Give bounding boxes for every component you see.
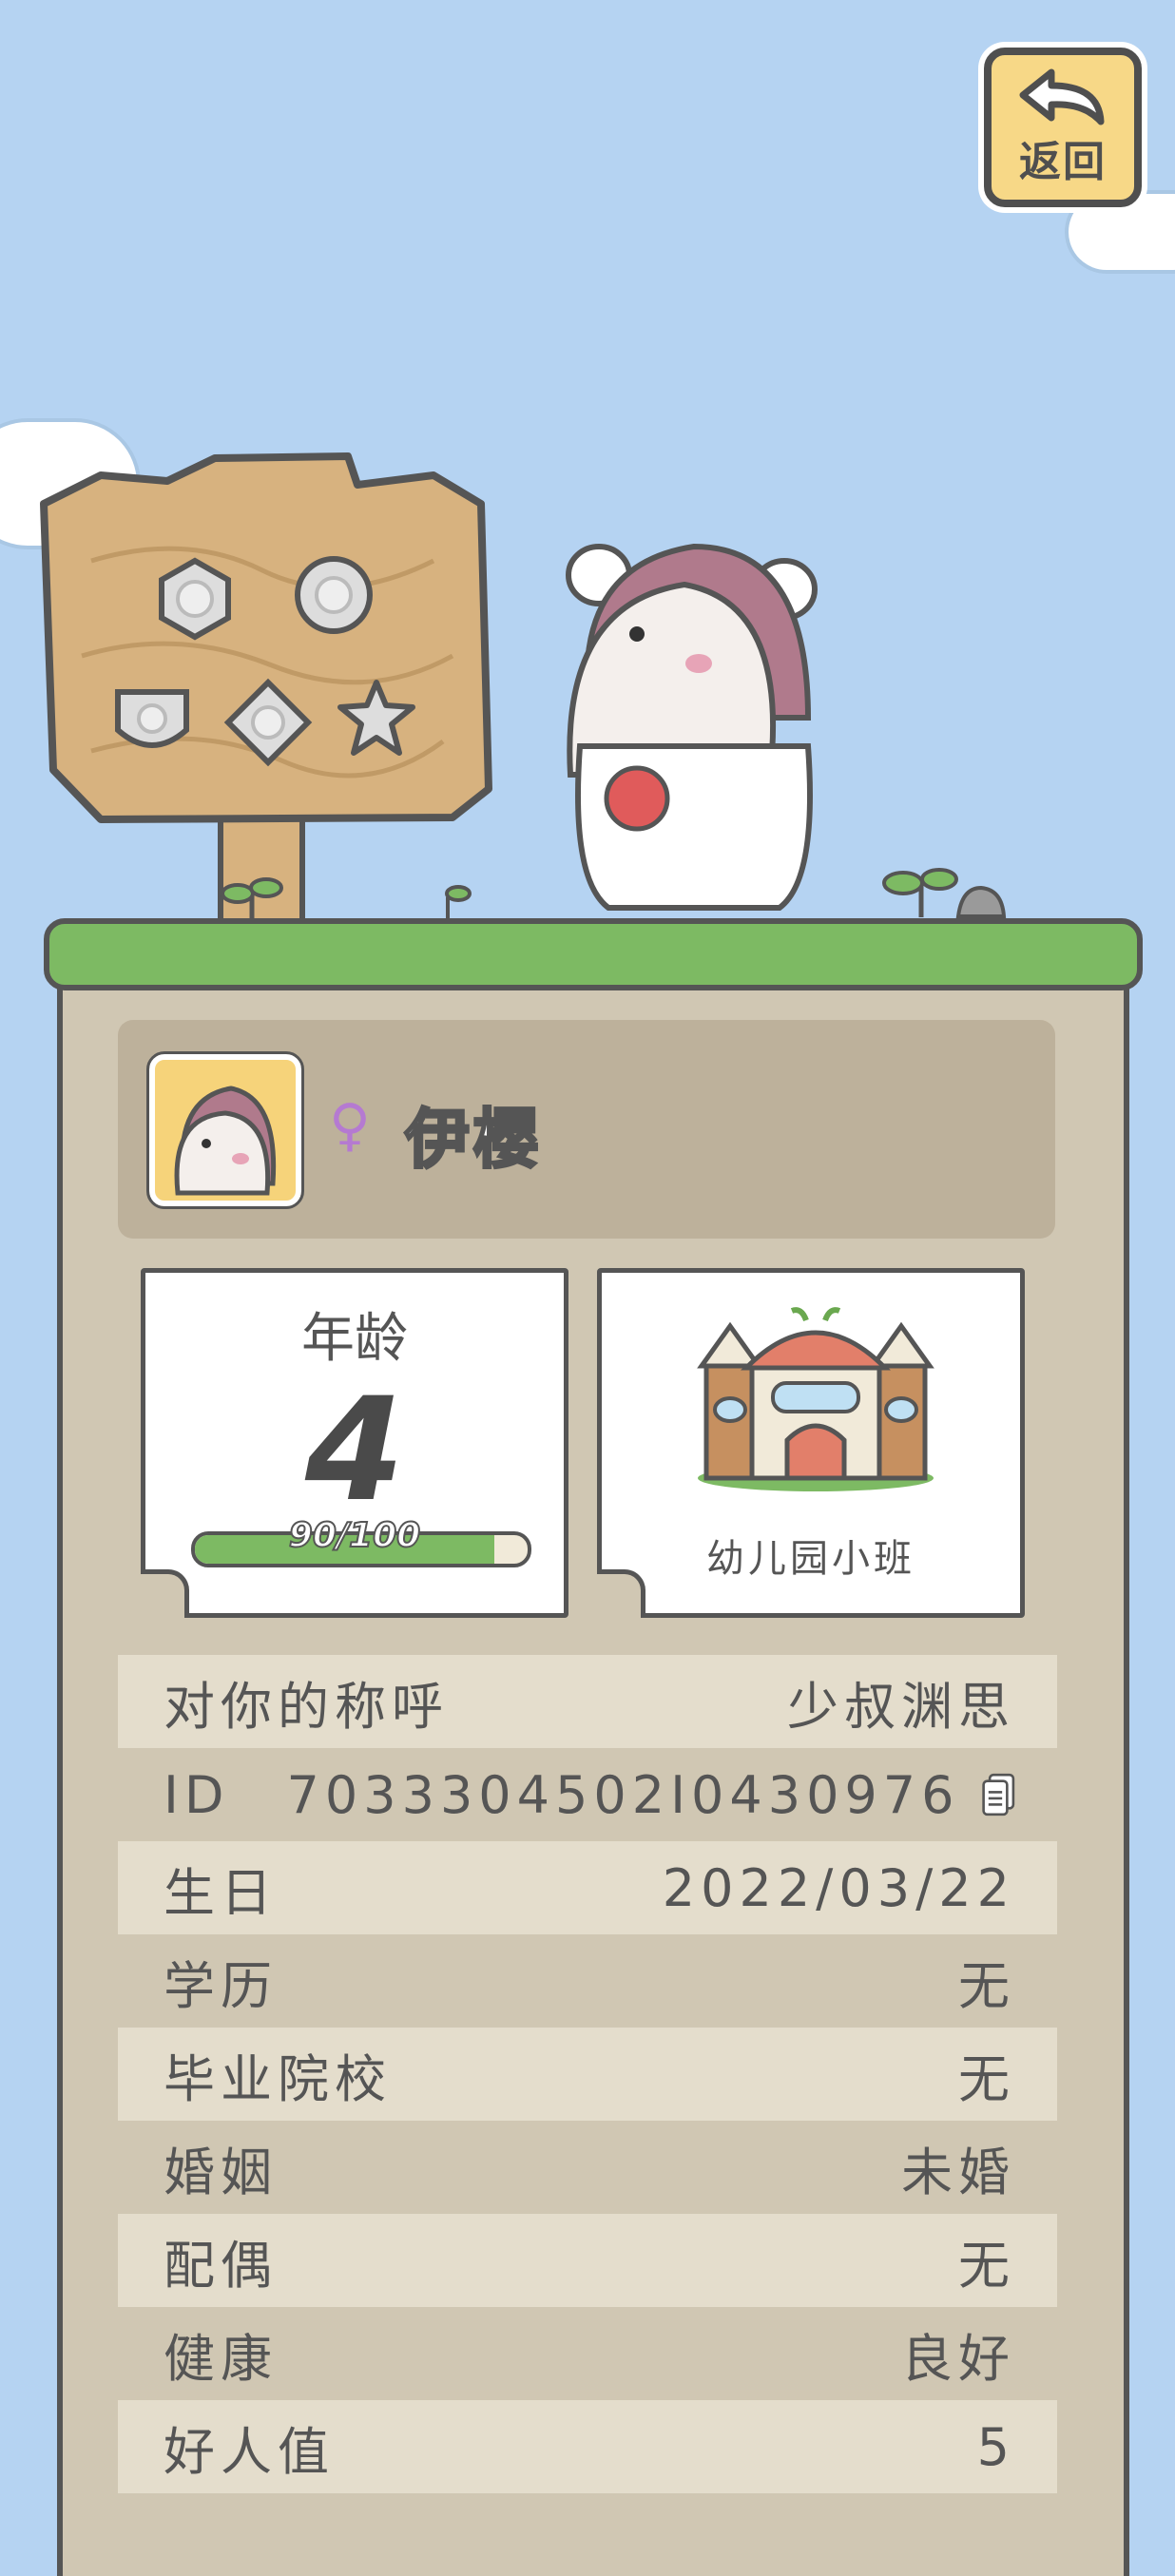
info-row-label: 毕业院校 (164, 2048, 392, 2109)
info-row-label: ID (164, 1764, 230, 1825)
badge-icon (223, 678, 313, 767)
page-fold (141, 1569, 189, 1618)
info-row-marriage: 婚姻 未婚 (118, 2121, 1057, 2214)
back-button[interactable]: 返回 (984, 48, 1142, 207)
info-row-id: ID 7033304502I0430976 (118, 1748, 1057, 1841)
info-row-value: 良好 (901, 2328, 1015, 2389)
profile-info-list: 对你的称呼 少叔渊思 ID 7033304502I0430976 生日 2022… (118, 1655, 1057, 2493)
sprout-icon (221, 877, 283, 924)
badge-icon (159, 557, 231, 641)
info-row-value: 未婚 (901, 2142, 1015, 2202)
school-card[interactable]: 幼儿园小班 (597, 1268, 1025, 1618)
info-row-school: 毕业院校 无 (118, 2028, 1057, 2121)
age-card: 年龄 4 90/100 (141, 1268, 568, 1618)
info-row-goodness: 好人值 5 (118, 2400, 1057, 2493)
sprout-icon (445, 885, 472, 922)
hedgehog-character (566, 543, 818, 955)
info-row-value: 无 (958, 1955, 1015, 2016)
back-button-label: 返回 (1019, 138, 1107, 186)
badge-icon (337, 680, 415, 756)
info-row-value: 2022/03/22 (662, 1857, 1015, 1918)
character-name: 伊樱 (403, 1102, 543, 1180)
info-row-value: 无 (958, 2048, 1015, 2109)
info-row-label: 配偶 (164, 2235, 278, 2296)
badge-icon (115, 689, 189, 748)
info-row-label: 婚姻 (164, 2142, 278, 2202)
info-row-health: 健康 良好 (118, 2307, 1057, 2400)
sprout-icon (882, 868, 958, 917)
gender-female-icon: ♀ (329, 1092, 371, 1159)
info-row-spouse: 配偶 无 (118, 2214, 1057, 2307)
back-arrow-icon (1019, 68, 1105, 125)
info-row-label: 生日 (164, 1862, 278, 1923)
age-progress-text: 90/100 (288, 1515, 421, 1556)
info-row-birthday: 生日 2022/03/22 (118, 1841, 1057, 1934)
badge-icon (295, 556, 373, 634)
kindergarten-building-icon (697, 1307, 934, 1491)
info-row-nickname: 对你的称呼 少叔渊思 (118, 1655, 1057, 1748)
info-row-label: 对你的称呼 (164, 1676, 449, 1737)
grass-ledge (44, 918, 1143, 990)
info-row-education: 学历 无 (118, 1934, 1057, 2028)
copy-icon[interactable] (981, 1760, 1015, 1829)
profile-header: ♀ 伊樱 (118, 1020, 1055, 1239)
info-row-value: 7033304502I0430976 (286, 1764, 960, 1825)
info-row-value: 少叔渊思 (787, 1676, 1015, 1737)
info-row-label: 健康 (164, 2328, 278, 2389)
rock-icon (955, 885, 1007, 918)
avatar[interactable] (146, 1051, 304, 1209)
info-row-value: 无 (958, 2235, 1015, 2296)
page-fold (597, 1569, 645, 1618)
info-row-value: 5 (976, 2416, 1015, 2477)
school-label: 幼儿园小班 (706, 1537, 915, 1581)
age-value: 4 (304, 1368, 405, 1533)
hedgehog-avatar-icon (174, 1086, 277, 1196)
info-row-label: 学历 (164, 1955, 278, 2016)
info-row-label: 好人值 (164, 2421, 335, 2482)
age-title: 年龄 (301, 1308, 408, 1370)
